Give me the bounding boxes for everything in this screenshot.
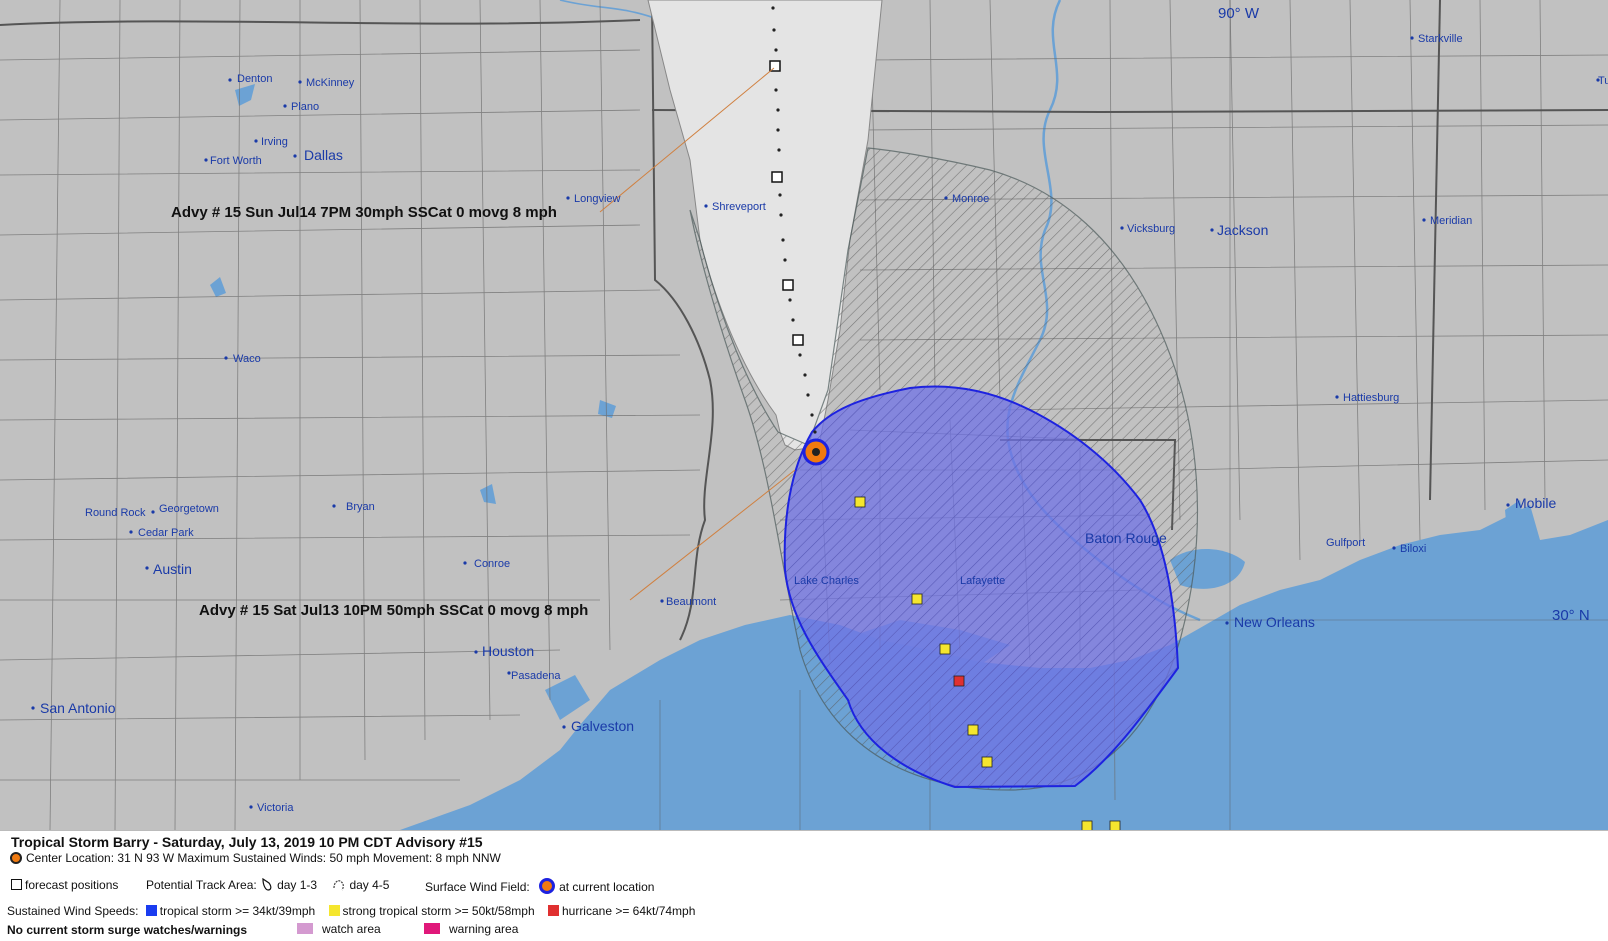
city-label-neworleans: New Orleans (1234, 614, 1315, 630)
city-label-monroe: Monroe (952, 193, 989, 205)
watch-text: watch area (322, 922, 381, 936)
forecast-advisory-label: Advy # 15 Sun Jul14 7PM 30mph SSCat 0 mo… (171, 204, 557, 221)
legend-warning: warning area (424, 922, 518, 936)
city-label-bryan: Bryan (346, 501, 375, 513)
watch-swatch (297, 923, 313, 934)
tropical-storm-text: tropical storm >= 34kt/39mph (159, 904, 316, 918)
strong-tropical-storm-obs (981, 756, 993, 768)
city-label-houston: Houston (482, 643, 534, 659)
wind-field-icon (539, 878, 556, 894)
tropical-storm-swatch (145, 905, 157, 916)
warning-text: warning area (449, 922, 519, 936)
current-location-text: at current location (559, 880, 655, 894)
strong-tropical-storm-text: strong tropical storm >= 50kt/58mph (342, 904, 535, 918)
city-label-longview: Longview (574, 193, 621, 205)
city-label-tu: Tu (1598, 75, 1608, 87)
city-label-austin: Austin (153, 561, 192, 577)
city-label-plano: Plano (291, 101, 319, 113)
city-label-batonrouge: Baton Rouge (1085, 530, 1167, 546)
day45-text: day 4-5 (349, 878, 390, 892)
city-label-fortworth: Fort Worth (210, 155, 262, 167)
hurricane-obs (953, 675, 965, 687)
city-label-irving: Irving (261, 136, 288, 148)
city-label-gulfport: Gulfport (1326, 537, 1365, 549)
longitude-label: 90° W (1218, 5, 1260, 22)
legend-forecast-positions: forecast positions (11, 878, 118, 892)
wind-speeds-text: Sustained Wind Speeds: (7, 904, 139, 918)
legend-surface-wind: Surface Wind Field: at current location (425, 878, 654, 894)
city-label-pasadena: Pasadena (511, 670, 561, 682)
city-label-biloxi: Biloxi (1400, 543, 1426, 555)
city-label-cedarpark: Cedar Park (138, 527, 194, 539)
city-label-victoria: Victoria (257, 802, 294, 814)
city-label-mckinney: McKinney (306, 77, 355, 89)
city-label-georgetown: Georgetown (159, 503, 219, 515)
forecast-position-marker (782, 279, 794, 291)
strong-tropical-storm-obs (1109, 820, 1121, 830)
surface-wind-text: Surface Wind Field: (425, 880, 530, 894)
forecast-position-marker (792, 334, 804, 346)
city-label-dallas: Dallas (304, 147, 343, 163)
legend-watch: watch area (297, 922, 381, 936)
city-label-starkville: Starkville (1418, 33, 1463, 45)
legend-surge: No current storm surge watches/warnings (7, 923, 247, 937)
warning-swatch (424, 923, 440, 934)
strong-tropical-storm-obs (939, 643, 951, 655)
forecast-positions-text: forecast positions (25, 878, 119, 892)
legend-potential-track: Potential Track Area: day 1-3 day 4-5 (146, 878, 389, 892)
current-advisory-label: Advy # 15 Sat Jul13 10PM 50mph SSCat 0 m… (199, 602, 588, 619)
city-label-lafayette: Lafayette (960, 575, 1005, 587)
storm-center-icon (802, 438, 830, 466)
forecast-position-marker (771, 171, 783, 183)
city-label-beaumont: Beaumont (666, 596, 716, 608)
legend-wind-speeds: Sustained Wind Speeds: tropical storm >=… (7, 904, 695, 918)
city-label-meridian: Meridian (1430, 215, 1472, 227)
city-label-jackson: Jackson (1217, 222, 1268, 238)
strong-tropical-storm-obs (1081, 820, 1093, 830)
storm-center-icon (10, 852, 22, 864)
latitude-label: 30° N (1552, 607, 1590, 624)
city-label-roundrock: Round Rock (85, 507, 146, 519)
city-label-sanantonio: San Antonio (40, 700, 116, 716)
strong-tropical-storm-obs (911, 593, 923, 605)
strong-tropical-storm-obs (967, 724, 979, 736)
city-label-lakecharles: Lake Charles (794, 575, 859, 587)
potential-track-text: Potential Track Area: (146, 878, 257, 892)
center-location-text: Center Location: 31 N 93 W Maximum Susta… (26, 851, 501, 865)
storm-map: Denton McKinney Plano Irving Fort Worth … (0, 0, 1608, 830)
city-label-waco: Waco (233, 353, 261, 365)
city-label-conroe: Conroe (474, 558, 510, 570)
strong-tropical-storm-swatch (328, 905, 340, 916)
hurricane-swatch (547, 905, 559, 916)
city-label-hattiesburg: Hattiesburg (1343, 392, 1399, 404)
no-surge-text: No current storm surge watches/warnings (7, 923, 248, 937)
day13-text: day 1-3 (277, 878, 318, 892)
city-label-galveston: Galveston (571, 718, 634, 734)
cone-day45-icon (333, 880, 345, 891)
city-label-vicksburg: Vicksburg (1127, 223, 1175, 235)
map-legend: Tropical Storm Barry - Saturday, July 13… (0, 830, 1608, 941)
city-label-denton: Denton (237, 73, 272, 85)
hurricane-text: hurricane >= 64kt/74mph (561, 904, 696, 918)
cone-day13-icon (262, 878, 272, 891)
forecast-square-icon (11, 879, 22, 890)
legend-title: Tropical Storm Barry - Saturday, July 13… (11, 834, 483, 850)
city-label-mobile: Mobile (1515, 495, 1556, 511)
legend-center-line: Center Location: 31 N 93 W Maximum Susta… (10, 851, 501, 865)
strong-tropical-storm-obs (854, 496, 866, 508)
city-label-shreveport: Shreveport (712, 201, 766, 213)
